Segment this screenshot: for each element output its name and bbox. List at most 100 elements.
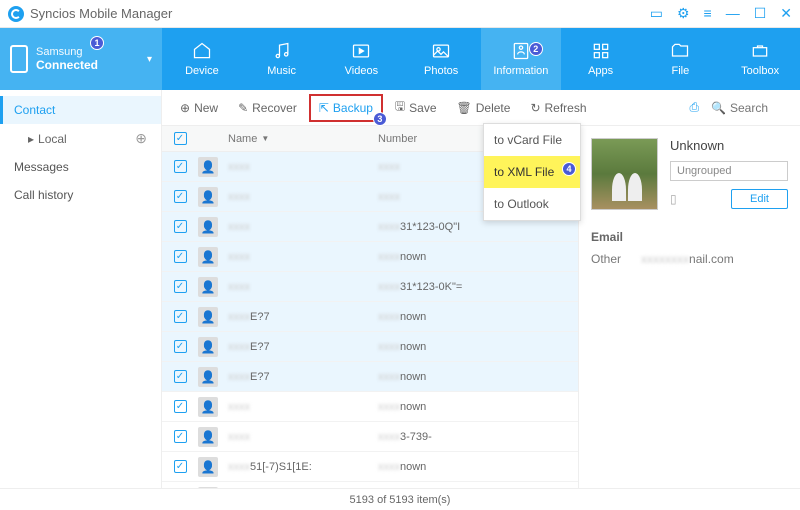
table-row[interactable]: ✓👤xxxxE?7xxxxnown [162,332,578,362]
save-button[interactable]: 🖫 Save [387,92,445,123]
search-input[interactable] [730,101,790,115]
row-number: xxxxnown [378,341,578,353]
table-row[interactable]: ✓👤xxxxxxxx31*123-0K"= [162,272,578,302]
avatar-icon: 👤 [198,487,218,489]
row-name: xxxx [228,191,378,203]
row-checkbox[interactable]: ✓ [174,310,187,323]
avatar-icon: 👤 [198,217,218,237]
detail-name: Unknown [670,138,788,153]
sidebar-item-contact[interactable]: Contact [0,96,161,124]
table-row[interactable]: ✓ 👤 xxxxxxxx3-739- [162,422,578,452]
nav-music[interactable]: Music [242,28,322,90]
avatar-icon: 👤 [198,457,218,477]
window-controls: ▭ ⚙ ≡ — ☐ ✕ [650,5,792,22]
device-small-icon: ▯ [670,192,677,206]
device-brand: Samsung [36,46,98,58]
app-logo [8,6,24,22]
nav-file[interactable]: File [641,28,721,90]
col-name[interactable]: Name ▼ [228,133,378,145]
sidebar-item-callhistory[interactable]: Call history [0,181,161,209]
avatar-icon: 👤 [198,427,218,447]
search-box[interactable]: 🔍 [711,101,790,115]
row-checkbox[interactable]: ✓ [174,280,187,293]
device-status: Connected [36,58,98,72]
sidebar: Contact ▸ Local⊕ Messages Call history [0,90,162,488]
table-row[interactable]: ✓👤xxxxxxxxnown [162,392,578,422]
nav-videos[interactable]: Videos [322,28,402,90]
row-name: xxxx51[-7)S1[1E: [228,461,378,473]
avatar-icon: 👤 [198,247,218,267]
avatar-icon: 👤 [198,157,218,177]
email-heading: Email [591,230,788,244]
backup-outlook[interactable]: to Outlook [484,188,580,220]
toolbar: ⊕ New ✎ Recover ⇱ Backup 3 🖫 Save 🗑 Dele… [162,90,800,126]
row-checkbox[interactable]: ✓ [174,220,187,233]
nav-toolbox[interactable]: Toolbox [720,28,800,90]
email-value: xxxxxxxxnail.com [641,252,734,266]
avatar-icon: 👤 [198,397,218,417]
menu-icon[interactable]: ≡ [704,5,712,22]
row-checkbox[interactable]: ✓ [174,400,187,413]
row-number: xxxx31*123-0Q"I [378,221,578,233]
nav-apps[interactable]: Apps [561,28,641,90]
table-row[interactable]: ✓👤xxxxE?7xxxxnown [162,302,578,332]
backup-xml[interactable]: to XML File4 [484,156,580,188]
avatar-icon: 👤 [198,277,218,297]
chevron-down-icon: ▾ [147,54,152,65]
close-icon[interactable]: ✕ [780,5,792,22]
status-text: 5193 of 5193 item(s) [350,494,451,506]
backup-dropdown: to vCard File to XML File4 to Outlook [483,123,581,221]
screen-icon[interactable]: ▭ [650,5,663,22]
avatar-icon: 👤 [198,187,218,207]
row-checkbox[interactable]: ✓ [174,190,187,203]
avatar-icon: 👤 [198,367,218,387]
gear-icon[interactable]: ⚙ [677,5,690,22]
row-name: xxxx [228,161,378,173]
sidebar-item-messages[interactable]: Messages [0,153,161,181]
row-number: xxxxnown [378,371,578,383]
table-row[interactable]: ✓ 👤 xxxx51[-7)S1[1E:xxxxnown [162,452,578,482]
device-selector[interactable]: Samsung Connected 1 ▾ [0,28,162,90]
select-all-checkbox[interactable]: ✓ [174,132,187,145]
table-row[interactable]: ✓👤xxxx51[-7)S1[1E:xxxxnown [162,482,578,488]
edit-button[interactable]: Edit [731,189,788,209]
table-row[interactable]: ✓👤xxxxxxxxnown [162,242,578,272]
minimize-icon[interactable]: — [726,5,740,22]
row-number: xxxxnown [378,461,578,473]
nav-photos[interactable]: Photos [401,28,481,90]
row-name: xxxx [228,431,378,443]
email-type: Other [591,252,621,266]
detail-panel: Unknown ▯ Edit Email Other xxxxxxxxnail.… [578,126,800,488]
print-icon[interactable]: ⎙ [689,100,699,115]
row-checkbox[interactable]: ✓ [174,460,187,473]
callout-badge-2: 2 [529,42,543,56]
row-number: xxxx3-739- [378,431,578,443]
nav-information[interactable]: Information2 [481,28,561,90]
row-name: xxxx [228,221,378,233]
nav-device[interactable]: Device [162,28,242,90]
sidebar-item-local[interactable]: ▸ Local⊕ [0,124,161,153]
row-checkbox[interactable]: ✓ [174,340,187,353]
avatar-icon: 👤 [198,337,218,357]
titlebar: Syncios Mobile Manager ▭ ⚙ ≡ — ☐ ✕ [0,0,800,28]
backup-vcard[interactable]: to vCard File [484,124,580,156]
group-input[interactable] [670,161,788,181]
new-button[interactable]: ⊕ New [172,96,226,120]
add-local-icon[interactable]: ⊕ [135,130,147,147]
maximize-icon[interactable]: ☐ [754,5,767,22]
recover-button[interactable]: ✎ Recover [230,96,305,120]
row-number: xxxx31*123-0K"= [378,281,578,293]
refresh-button[interactable]: ↻ Refresh [522,96,594,120]
main-body: Contact ▸ Local⊕ Messages Call history ⊕… [0,90,800,488]
delete-button[interactable]: 🗑 Delete [449,96,519,120]
row-number: xxxxnown [378,311,578,323]
row-checkbox[interactable]: ✓ [174,250,187,263]
table-row[interactable]: ✓👤xxxxE?7xxxxnown [162,362,578,392]
contact-photo [591,138,658,210]
avatar-icon: 👤 [198,307,218,327]
row-checkbox[interactable]: ✓ [174,430,187,443]
row-checkbox[interactable]: ✓ [174,370,187,383]
main-panel: ⊕ New ✎ Recover ⇱ Backup 3 🖫 Save 🗑 Dele… [162,90,800,488]
row-checkbox[interactable]: ✓ [174,160,187,173]
backup-button[interactable]: ⇱ Backup 3 [309,94,383,122]
